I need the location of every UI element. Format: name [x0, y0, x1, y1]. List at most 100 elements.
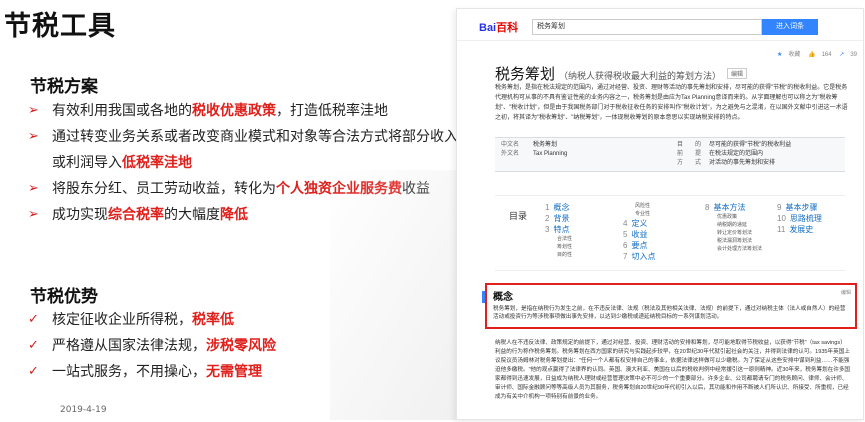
toc-column: 9 基本步骤 10 思路梳理 11 发展史: [777, 202, 822, 235]
plan-item-text: 通过转变业务关系或者改变商业模式和对象等合法方式将部分收入或利润导入: [52, 129, 458, 171]
concept-edit-button[interactable]: 编辑: [841, 289, 851, 296]
toc-sub-item[interactable]: 纳税期的递延: [705, 221, 762, 229]
toc-item[interactable]: 2 背景: [545, 213, 572, 224]
entry-subtitle: （纳税人获得税收最大利益的筹划方法）: [559, 71, 722, 81]
arrow-bullet-icon: ➢: [28, 103, 39, 118]
info-key: [495, 159, 533, 168]
share-icon[interactable]: ↗: [839, 52, 844, 58]
entry-title-text: 税务筹划: [495, 66, 556, 83]
search-input[interactable]: 税务筹划: [532, 19, 762, 35]
entry-title: 税务筹划 （纳税人获得税收最大利益的筹划方法） 编辑: [495, 63, 748, 84]
baike-logo[interactable]: Bai百科: [479, 19, 518, 35]
star-icon[interactable]: ★: [777, 52, 782, 58]
toc-item[interactable]: 6 要点: [623, 240, 655, 251]
toc-item[interactable]: 1 概念: [545, 202, 572, 213]
toc-sub-item[interactable]: 筹划性: [545, 243, 572, 251]
info-key: 前 提: [677, 151, 702, 157]
concept-highlight-box: 概念 编辑 税务筹划，是指在纳税行为发生之前，在不违反法律、法规（税法及其他相关…: [485, 283, 857, 329]
plan-section-title: 节税方案: [30, 77, 98, 97]
collect-label[interactable]: 收藏: [788, 52, 800, 58]
slide-title: 节税工具: [4, 11, 116, 42]
toc-number: 7: [623, 252, 628, 261]
toc-sub-item[interactable]: 优惠政策: [705, 213, 762, 221]
toc-item[interactable]: 9 基本步骤: [777, 202, 822, 213]
info-value: [533, 159, 673, 168]
baike-screenshot: Bai百科 税务筹划 进入词条 ★ 收藏 👍 164 ↗ 39 税务筹划 （纳税人获得税…: [456, 8, 864, 420]
plan-item-text: ，打造低税率洼地: [276, 103, 388, 119]
baike-header: Bai百科 税务筹划 进入词条: [457, 9, 863, 41]
toc-sub-item[interactable]: 目的性: [545, 251, 572, 259]
plan-item-text: 有效利用我国或各地的: [52, 103, 192, 119]
toc-link[interactable]: 定义: [631, 219, 647, 228]
info-row: 外文名 Tax Planning 前 提 在税法规定的范围内: [495, 150, 845, 159]
check-bullet-icon: ✓: [28, 364, 39, 379]
toc-sub-item[interactable]: 风险性: [623, 202, 655, 210]
toc-link[interactable]: 基本方法: [713, 203, 745, 212]
toc-number: 4: [623, 219, 628, 228]
toc-link[interactable]: 思路梳理: [790, 214, 822, 223]
table-of-contents: 目录 1 概念 2 背景 3 特点 合法性 筹划性 目的性 风险性 专业性 4 定义 5…: [495, 195, 845, 271]
toc-number: 3: [545, 225, 550, 234]
advantage-item-text: 核定征收企业所得税，: [52, 312, 192, 328]
plan-item-highlight: 低税率洼地: [122, 155, 192, 171]
plan-list: ➢ 有效利用我国或各地的税收优惠政策，打造低税率洼地 ➢ 通过转变业务关系或者改…: [28, 98, 468, 228]
info-key: 方 式: [677, 160, 702, 166]
toc-number: 9: [777, 203, 782, 212]
plan-item-highlight: 税收优惠政策: [192, 103, 276, 119]
info-row: 方 式 对活动的事先筹划和安排: [495, 159, 845, 168]
thumb-up-icon[interactable]: 👍: [808, 52, 815, 58]
arrow-bullet-icon: ➢: [28, 181, 39, 196]
advantage-item-1: ✓ 核定征收企业所得税，税率低: [28, 307, 468, 333]
plan-item-highlight: 个人独资企业服务费: [276, 181, 402, 197]
toc-number: 1: [545, 203, 550, 212]
baike-logo-text: 百科: [496, 22, 519, 34]
toc-link[interactable]: 要点: [631, 241, 647, 250]
toc-link[interactable]: 基本步骤: [785, 203, 817, 212]
info-key: 外文名: [501, 151, 520, 157]
toc-column: 风险性 专业性 4 定义 5 收益 6 要点 7 切入点: [623, 202, 655, 262]
entry-intro: 税务筹划，是指在税法规定的范围内，通过对经营、投资、理财等活动的事先筹划和安排，…: [495, 85, 848, 121]
toc-link[interactable]: 特点: [553, 225, 569, 234]
plan-item-text: 收益: [402, 181, 430, 197]
check-bullet-icon: ✓: [28, 312, 39, 327]
toc-link[interactable]: 收益: [631, 230, 647, 239]
toc-column: 8 基本方法 优惠政策 纳税期的递延 转让定价筹划法 税法漏洞筹划法 会计处理方法…: [705, 202, 762, 253]
toc-sub-item[interactable]: 专业性: [623, 210, 655, 218]
advantage-list: ✓ 核定征收企业所得税，税率低 ✓ 严格遵从国家法律法规，涉税零风险 ✓ 一站式…: [28, 307, 468, 385]
arrow-bullet-icon: ➢: [28, 207, 39, 222]
toc-item[interactable]: 8 基本方法: [705, 202, 762, 213]
plan-item-4: ➢ 成功实现综合税率的大幅度降低: [28, 202, 468, 228]
toc-link[interactable]: 切入点: [631, 252, 655, 261]
plan-item-2: ➢ 通过转变业务关系或者改变商业模式和对象等合法方式将部分收入或利润导入低税率洼…: [28, 124, 468, 176]
toc-link[interactable]: 背景: [553, 214, 569, 223]
toc-item[interactable]: 7 切入点: [623, 251, 655, 262]
toc-number: 11: [777, 225, 786, 234]
toc-sub-item[interactable]: 合法性: [545, 235, 572, 243]
toc-sub-item[interactable]: 转让定价筹划法: [705, 229, 762, 237]
advantage-item-2: ✓ 严格遵从国家法律法规，涉税零风险: [28, 333, 468, 359]
plan-item-3: ➢ 将股东分红、员工劳动收益，转化为个人独资企业服务费收益: [28, 176, 468, 202]
enter-entry-button[interactable]: 进入词条: [762, 19, 818, 35]
toc-item[interactable]: 3 特点: [545, 224, 572, 235]
toc-sub-item[interactable]: 税法漏洞筹划法: [705, 237, 762, 245]
toc-number: 6: [623, 241, 628, 250]
toc-link[interactable]: 发展史: [789, 225, 813, 234]
plan-item-highlight: 降低: [220, 207, 248, 223]
toc-label: 目录: [509, 211, 528, 221]
toc-number: 2: [545, 214, 550, 223]
plan-item-highlight: 综合税率: [108, 207, 164, 223]
toc-item[interactable]: 10 思路梳理: [777, 213, 822, 224]
toc-link[interactable]: 概念: [553, 203, 569, 212]
toc-sub-item[interactable]: 会计处理方法筹划法: [705, 245, 762, 253]
toc-item[interactable]: 11 发展史: [777, 224, 822, 235]
toc-number: 10: [777, 214, 786, 223]
plan-item-1: ➢ 有效利用我国或各地的税收优惠政策，打造低税率洼地: [28, 98, 468, 124]
toc-item[interactable]: 4 定义: [623, 218, 655, 229]
shares-count: 39: [850, 52, 857, 58]
edit-button[interactable]: 编辑: [727, 68, 748, 79]
toc-item[interactable]: 5 收益: [623, 229, 655, 240]
plan-item-text: 的大幅度: [164, 207, 220, 223]
arrow-bullet-icon: ➢: [28, 129, 39, 144]
advantage-item-text: 一站式服务，不用操心，: [52, 364, 206, 380]
info-value: Tax Planning: [533, 151, 568, 157]
